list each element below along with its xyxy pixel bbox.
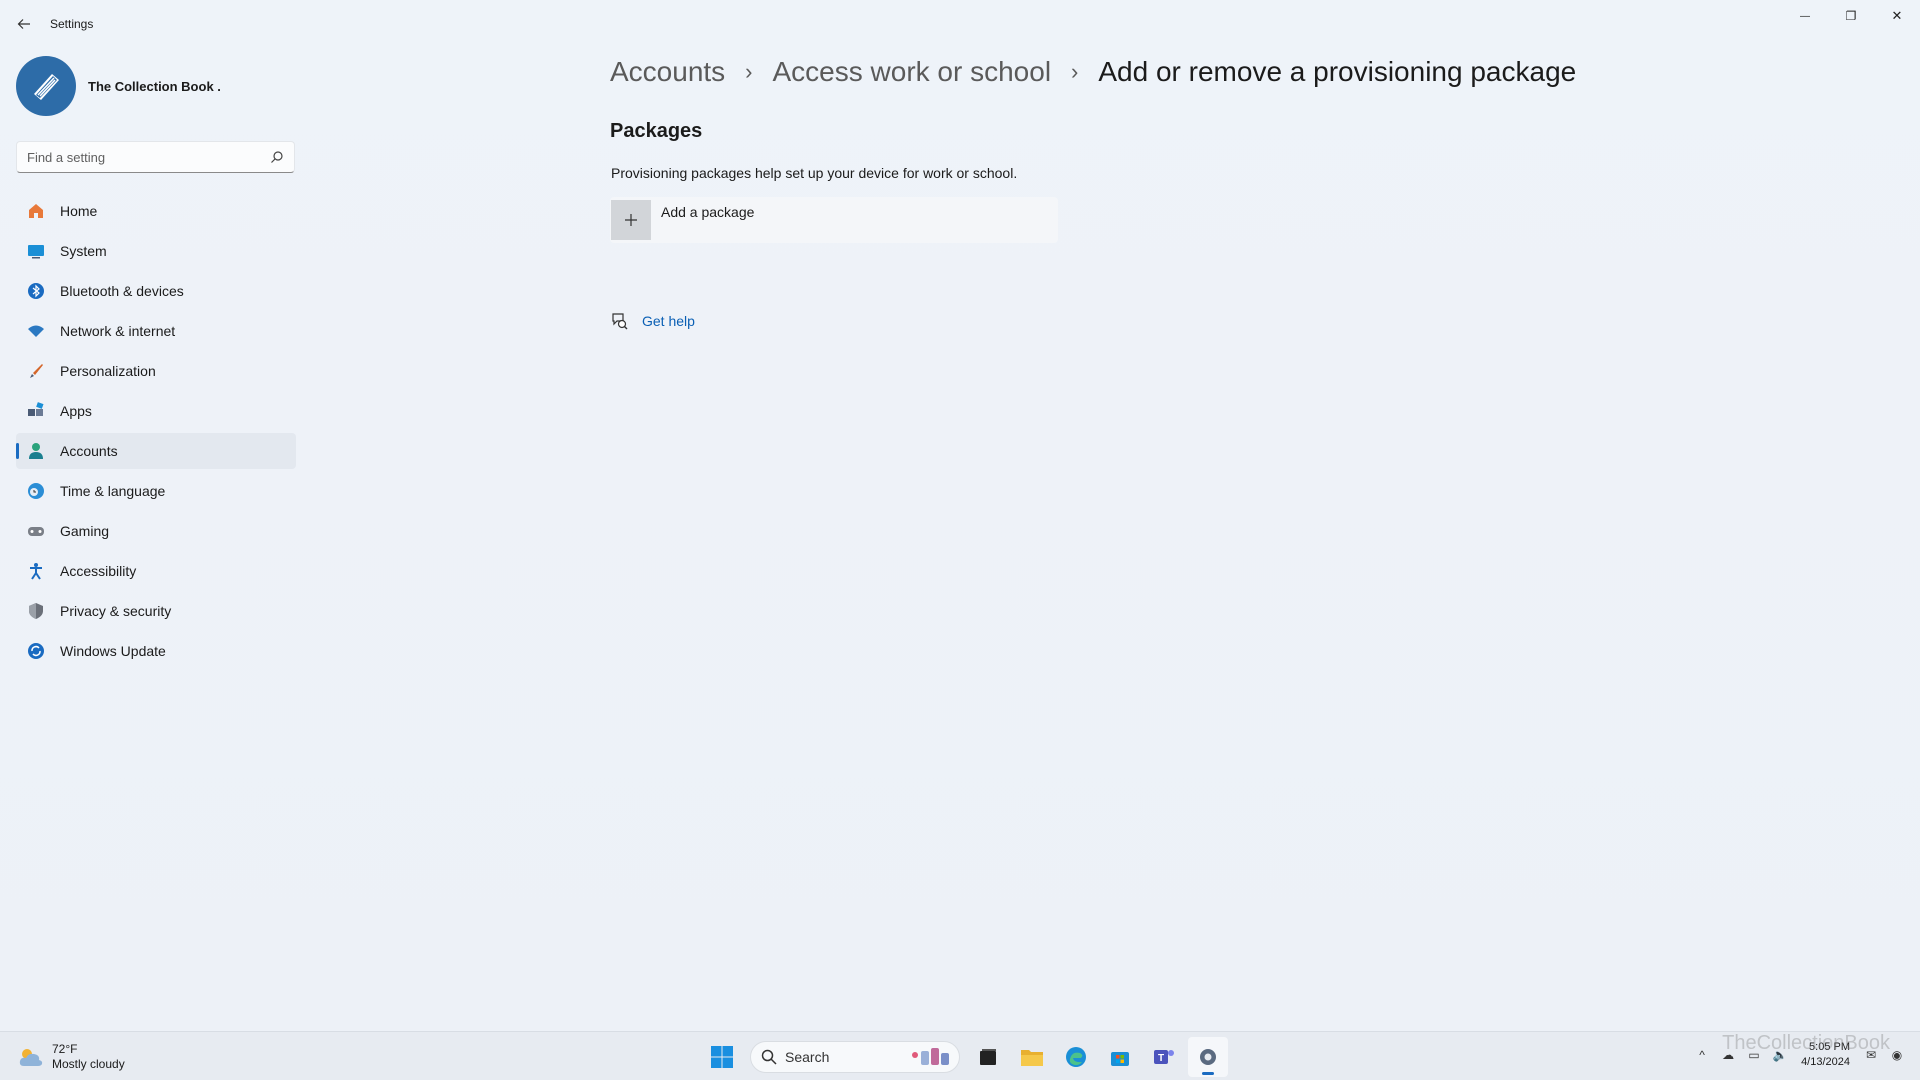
breadcrumb-access-work-or-school[interactable]: Access work or school [773,56,1052,88]
person-icon [26,441,46,461]
sidebar-item-time-language[interactable]: Time & language [16,473,296,509]
wifi-icon [26,321,46,341]
sidebar-item-accounts[interactable]: Accounts [16,433,296,469]
sidebar-item-label: Accounts [60,443,118,459]
add-package-button[interactable]: Add a package [610,197,1058,243]
taskbar-apps: Search T [700,1037,1230,1077]
windows-logo-icon [711,1046,733,1068]
teams-button[interactable]: T [1144,1037,1184,1077]
minimize-icon: — [1800,10,1810,22]
sidebar-item-label: Network & internet [60,323,176,339]
search-icon[interactable] [270,150,284,164]
task-view-button[interactable] [968,1037,1008,1077]
folder-icon [1021,1050,1043,1066]
sidebar-item-label: Bluetooth & devices [60,283,184,299]
update-icon [26,641,46,661]
arrow-left-icon [17,19,30,29]
plus-icon [611,200,651,240]
store-button[interactable] [1100,1037,1140,1077]
section-title: Packages [610,120,703,142]
bluetooth-icon [26,281,46,301]
sidebar-item-label: Windows Update [60,643,166,659]
sidebar-item-label: Gaming [60,523,110,539]
breadcrumb-accounts[interactable]: Accounts [610,56,725,88]
sidebar-item-label: Personalization [60,363,156,379]
task-view-icon [980,1049,996,1065]
chevron-up-icon[interactable]: ^ [1691,1044,1713,1066]
sidebar-item-label: Apps [60,403,92,419]
sidebar-item-network[interactable]: Network & internet [16,313,296,349]
svg-text:T: T [1158,1053,1164,1064]
close-icon: ✕ [1891,8,1903,23]
page-title: Add or remove a provisioning package [1098,56,1577,87]
profile-name: The Collection Book . [88,78,221,94]
sidebar-nav: Home System Bluetooth & devices Network … [16,193,296,673]
sidebar-item-label: Time & language [60,483,166,499]
search-icon [761,1049,777,1065]
sidebar-item-bluetooth[interactable]: Bluetooth & devices [16,273,296,309]
system-icon [26,241,46,261]
store-icon [1111,1052,1129,1066]
sidebar-item-gaming[interactable]: Gaming [16,513,296,549]
file-explorer-button[interactable] [1012,1037,1052,1077]
sidebar-item-windows-update[interactable]: Windows Update [16,633,296,669]
sidebar-item-privacy[interactable]: Privacy & security [16,593,296,629]
sidebar-item-label: System [60,243,107,259]
clock-date: 4/13/2024 [1801,1056,1850,1068]
settings-window: Settings — ❐ ✕ The Collection Book . Hom… [0,0,1920,1031]
sidebar-item-accessibility[interactable]: Accessibility [16,553,296,589]
home-icon [26,201,46,221]
taskbar-search-label: Search [785,1049,830,1065]
watermark: TheCollectionBook [1722,1032,1890,1054]
restore-icon: ❐ [1845,9,1857,23]
brush-icon [26,361,46,381]
shield-icon [26,601,46,621]
sidebar-item-label: Privacy & security [60,603,172,619]
weather-desc: Mostly cloudy [52,1057,125,1071]
search-input[interactable] [17,149,257,165]
app-title: Settings [50,17,94,31]
settings-search[interactable] [16,141,295,173]
restore-button[interactable]: ❐ [1828,0,1874,32]
apps-icon [26,401,46,421]
search-highlight-icon [912,1048,949,1065]
book-icon [34,74,59,100]
edge-button[interactable] [1056,1037,1096,1077]
weather-temp: 72°F [52,1042,78,1056]
get-help-label: Get help [642,313,695,329]
sidebar-item-label: Home [60,203,98,219]
section-description: Provisioning packages help set up your d… [611,165,1018,181]
sidebar-item-home[interactable]: Home [16,193,296,229]
controller-icon [26,521,46,541]
chevron-right-icon: › [1071,59,1079,84]
chevron-right-icon: › [745,59,753,84]
accessibility-icon [26,561,46,581]
teams-icon: T [1154,1050,1174,1064]
settings-taskbar-button[interactable] [1188,1037,1228,1077]
user-profile[interactable]: The Collection Book . [16,56,221,116]
cloud-icon [19,1049,43,1066]
taskbar-search[interactable]: Search [750,1041,960,1073]
add-package-label: Add a package [661,204,755,220]
title-bar: Settings — ❐ ✕ [0,0,1920,48]
taskbar: 72°F Mostly cloudy Search T ^ ☁ ▭ 🔈 5:05… [0,1031,1920,1080]
sidebar-item-personalization[interactable]: Personalization [16,353,296,389]
back-button[interactable] [12,12,36,36]
minimize-button[interactable]: — [1782,0,1828,32]
gear-icon [1200,1049,1216,1065]
edge-icon [1066,1047,1086,1067]
sidebar-item-apps[interactable]: Apps [16,393,296,429]
globe-clock-icon [26,481,46,501]
breadcrumb: Accounts › Access work or school › Add o… [610,56,1576,88]
help-icon [612,313,628,330]
sidebar-item-system[interactable]: System [16,233,296,269]
get-help-link[interactable]: Get help [610,312,695,330]
window-controls: — ❐ ✕ [1782,0,1920,32]
start-button[interactable] [702,1037,742,1077]
close-button[interactable]: ✕ [1874,0,1920,32]
avatar [16,56,76,116]
sidebar-item-label: Accessibility [60,563,137,579]
weather-widget[interactable]: 72°F Mostly cloudy [18,1042,125,1072]
